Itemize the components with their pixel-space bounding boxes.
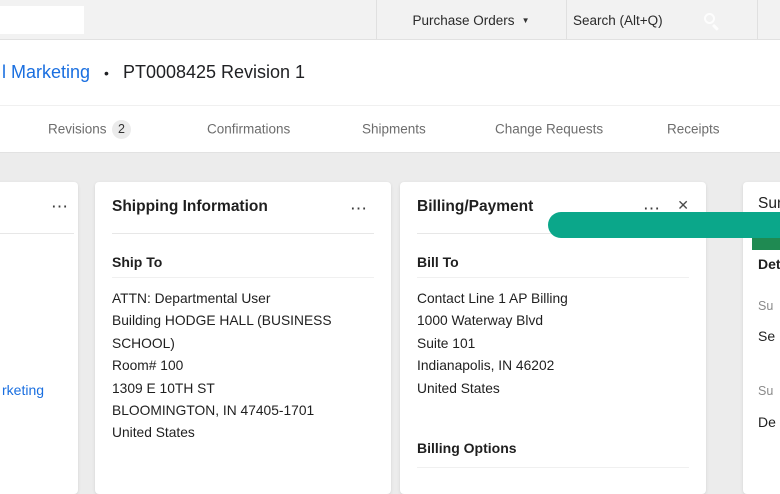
purchase-orders-menu-label: Purchase Orders [412,12,515,28]
bill-to-heading: Bill To [417,254,459,270]
address-line: BLOOMINGTON, IN 47405-1701 [112,403,315,419]
tab-bar: Revisions 2 Confirmations Shipments Chan… [0,105,780,153]
tab-receipts[interactable]: Receipts [667,122,720,137]
top-bar: Purchase Orders ▼ Search (Alt+Q) [0,0,780,40]
summary-field-label: Su [758,299,774,313]
summary-field-value: De [758,414,776,430]
tab-revisions[interactable]: Revisions [48,122,107,137]
highlight-strip [752,237,780,250]
details-heading: Details [758,256,780,272]
left-card-partial: ⋯ rketing [0,182,78,494]
revisions-count-badge: 2 [112,120,131,139]
page-header: l Marketing • PT0008425 Revision 1 [0,40,780,105]
search-icon[interactable] [704,13,715,24]
address-line: Room# 100 [112,358,184,374]
topbar-divider [566,0,567,39]
topbar-divider [757,0,758,39]
breadcrumb-link[interactable]: l Marketing [2,62,90,83]
address-line: United States [417,380,500,396]
logo-placeholder [0,6,84,34]
content-area: ⋯ rketing Shipping Information ⋯ Ship To… [0,153,780,494]
ship-to-heading: Ship To [112,254,163,270]
divider [0,233,74,234]
breadcrumb-separator: • [104,64,109,81]
divider [417,277,689,278]
summary-field-value: Se [758,328,776,344]
billing-options-heading: Billing Options [417,440,517,456]
department-link-partial[interactable]: rketing [2,382,44,398]
divider [417,467,689,468]
address-line: Suite 101 [417,335,476,351]
bill-to-address: Contact Line 1 AP Billing 1000 Waterway … [417,288,689,400]
address-line: Indianapolis, IN 46202 [417,358,555,374]
chevron-down-icon: ▼ [521,15,530,25]
tab-change-requests[interactable]: Change Requests [495,122,603,137]
address-line: Contact Line 1 AP Billing [417,291,568,306]
tab-confirmations[interactable]: Confirmations [207,122,290,137]
address-line: Building HODGE HALL (BUSINESS SCHOOL) [112,313,332,351]
card-menu-icon[interactable]: ⋯ [350,200,368,217]
card-menu-icon[interactable]: ⋯ [51,198,69,215]
ship-to-address: ATTN: Departmental User Building HODGE H… [112,288,374,445]
highlight-pill [548,212,780,238]
tab-shipments[interactable]: Shipments [362,122,426,137]
address-line: 1000 Waterway Blvd [417,313,544,329]
divider [112,233,374,234]
search-shortcut[interactable]: Search (Alt+Q) [573,0,663,40]
shipping-information-card: Shipping Information ⋯ Ship To ATTN: Dep… [95,182,391,494]
search-shortcut-label: Search (Alt+Q) [573,12,663,28]
address-line: United States [112,425,195,441]
purchase-orders-menu[interactable]: Purchase Orders ▼ [376,0,566,40]
address-line: ATTN: Departmental User [112,291,271,306]
shipping-card-title: Shipping Information [112,198,268,215]
divider [112,277,374,278]
address-line: 1309 E 10TH ST [112,380,215,396]
summary-field-label: Su [758,384,774,398]
summary-title: Summary [758,195,780,212]
page-title: PT0008425 Revision 1 [122,62,306,82]
billing-card-title: Billing/Payment [417,198,534,215]
